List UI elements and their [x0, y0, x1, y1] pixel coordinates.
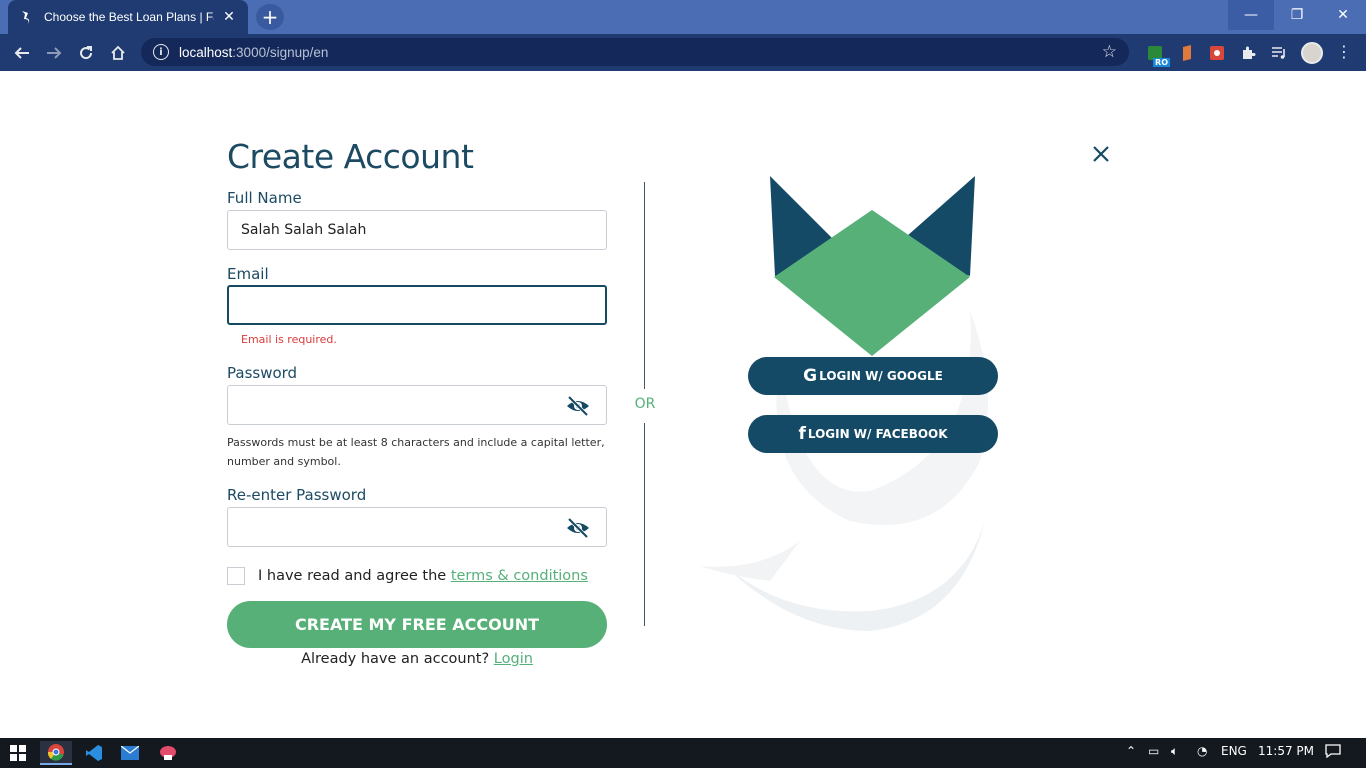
extension-gift-icon[interactable]: [1206, 42, 1228, 64]
site-info-icon[interactable]: i: [153, 44, 169, 60]
vscode-taskbar-icon[interactable]: [78, 741, 110, 765]
home-icon[interactable]: [106, 41, 130, 65]
password-label: Password: [227, 364, 298, 382]
terms-checkbox[interactable]: [227, 567, 245, 585]
signup-page: Create Account Full Name Salah Salah Sal…: [0, 71, 1366, 738]
facebook-login-label: LOGIN W/ FACEBOOK: [807, 427, 948, 441]
full-name-value: Salah Salah Salah: [241, 222, 367, 238]
window-restore-button[interactable]: ❐: [1274, 0, 1320, 30]
close-icon[interactable]: [1089, 142, 1113, 166]
google-login-button[interactable]: G LOGIN W/ GOOGLE: [748, 357, 998, 395]
terms-agreement-row: I have read and agree the terms & condit…: [227, 567, 588, 585]
app-taskbar-icon[interactable]: [152, 741, 184, 765]
email-field[interactable]: [227, 285, 607, 325]
battery-icon[interactable]: ▭: [1148, 744, 1159, 758]
tab-close-icon[interactable]: ✕: [220, 9, 238, 25]
reenter-password-visibility-icon[interactable]: [566, 517, 590, 539]
divider-line-top: [644, 182, 645, 389]
full-name-label: Full Name: [227, 189, 302, 207]
terms-link[interactable]: terms & conditions: [451, 568, 588, 584]
windows-taskbar: ⌃ ▭ 🔈︎ ◔ ENG 11:57 PM: [0, 738, 1366, 768]
clock[interactable]: 11:57 PM: [1258, 744, 1314, 758]
extension-bookmark-icon[interactable]: [1176, 42, 1198, 64]
window-minimize-button[interactable]: —: [1228, 0, 1274, 30]
back-arrow-icon[interactable]: [10, 41, 34, 65]
url-path: :3000/signup/en: [232, 44, 329, 60]
window-close-button[interactable]: ✕: [1320, 0, 1366, 30]
volume-icon[interactable]: 🔈︎: [1171, 744, 1178, 759]
already-have-account-text: Already have an account? Login: [227, 651, 607, 667]
mail-taskbar-icon[interactable]: [114, 741, 146, 765]
tab-title: Choose the Best Loan Plans | Fay: [44, 10, 214, 24]
language-indicator[interactable]: ENG: [1221, 744, 1247, 758]
email-error-message: Email is required.: [241, 333, 337, 346]
reload-icon[interactable]: [74, 41, 98, 65]
new-tab-button[interactable]: +: [256, 4, 284, 30]
email-label: Email: [227, 265, 269, 283]
browser-titlebar: Choose the Best Loan Plans | Fay ✕ + — ❐…: [0, 0, 1366, 34]
extension-ro-icon[interactable]: RO: [1144, 42, 1170, 67]
create-account-button[interactable]: CREATE MY FREE ACCOUNT: [227, 601, 607, 648]
bookmark-star-icon[interactable]: ☆: [1102, 42, 1117, 62]
or-separator: OR: [631, 396, 659, 412]
address-bar[interactable]: i localhost:3000/signup/en ☆: [141, 38, 1129, 66]
forward-arrow-icon[interactable]: [42, 41, 66, 65]
wifi-icon[interactable]: ◔: [1197, 744, 1207, 758]
site-favicon-icon: [18, 9, 34, 25]
browser-toolbar: i localhost:3000/signup/en ☆ RO ⋮: [0, 34, 1366, 71]
facebook-login-button[interactable]: f LOGIN W/ FACEBOOK: [748, 415, 998, 453]
notifications-icon[interactable]: [1325, 744, 1341, 761]
terms-prefix: I have read and agree the: [258, 568, 451, 584]
chrome-taskbar-icon[interactable]: [40, 741, 72, 765]
media-control-icon[interactable]: [1268, 42, 1290, 64]
show-hidden-icons-icon[interactable]: ⌃: [1126, 744, 1136, 758]
have-account-prefix: Already have an account?: [301, 651, 494, 667]
page-title: Create Account: [227, 137, 474, 176]
terms-agreement-text: I have read and agree the terms & condit…: [258, 568, 588, 584]
password-requirements-hint: Passwords must be at least 8 characters …: [227, 436, 605, 468]
google-login-label: LOGIN W/ GOOGLE: [819, 369, 943, 383]
reenter-password-label: Re-enter Password: [227, 486, 367, 504]
full-name-field[interactable]: Salah Salah Salah: [227, 210, 607, 250]
password-field[interactable]: [227, 385, 607, 425]
login-link[interactable]: Login: [494, 651, 533, 667]
browser-tab-active[interactable]: Choose the Best Loan Plans | Fay ✕: [8, 0, 248, 34]
reenter-password-field[interactable]: [227, 507, 607, 547]
facebook-icon: f: [798, 424, 806, 444]
brand-logo-illustration: [700, 176, 988, 631]
divider-line-bottom: [644, 423, 645, 626]
extension-badge: RO: [1153, 58, 1170, 67]
profile-avatar[interactable]: [1301, 42, 1323, 64]
password-visibility-icon[interactable]: [566, 395, 590, 417]
google-icon: G: [803, 366, 818, 386]
extensions-puzzle-icon[interactable]: [1237, 42, 1259, 64]
browser-menu-icon[interactable]: ⋮: [1334, 42, 1354, 61]
address-url[interactable]: localhost:3000/signup/en: [179, 45, 1102, 60]
url-host: localhost: [179, 44, 233, 60]
windows-start-icon[interactable]: [2, 741, 34, 765]
